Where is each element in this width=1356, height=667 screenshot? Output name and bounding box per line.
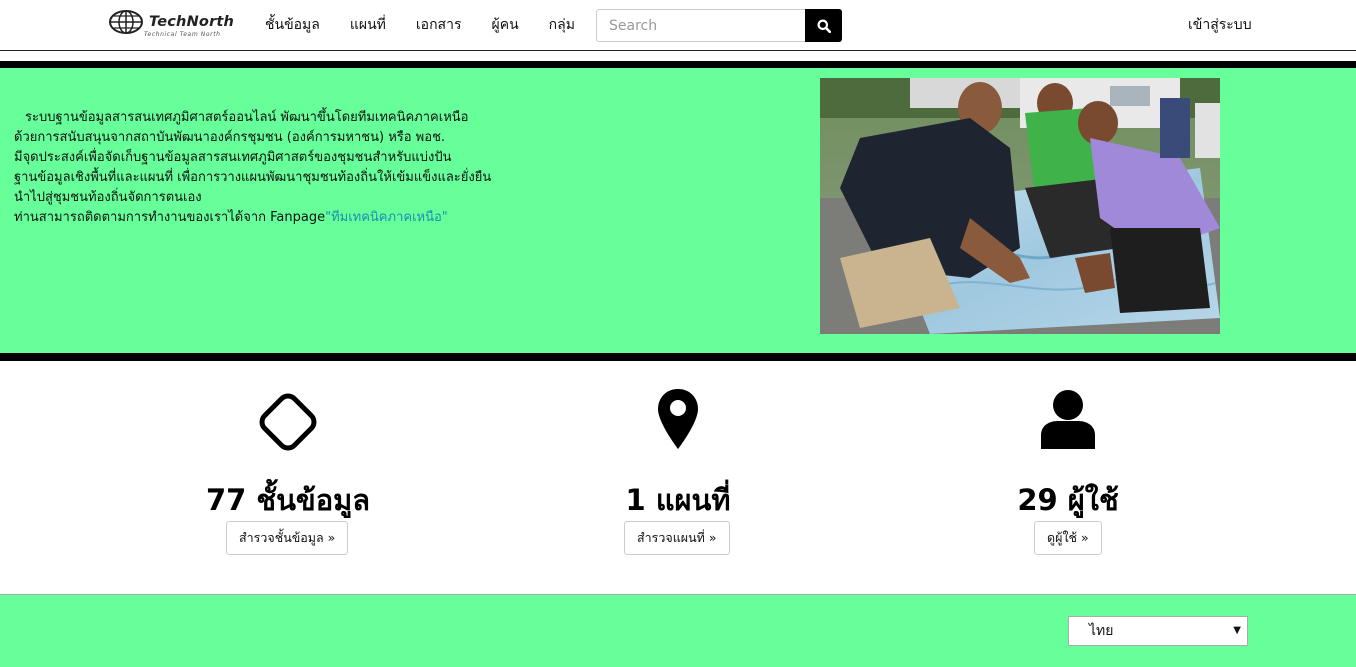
explore-maps-button[interactable]: สำรวจแผนที่ » [624, 521, 730, 555]
hero-divider-bottom [0, 353, 1356, 361]
hero-divider-top [0, 61, 1356, 68]
nav-item-people[interactable]: ผู้คน [477, 0, 534, 51]
hero-line: นำไปสู่ชุมชนท้องถิ่นจัดการตนเอง [14, 190, 202, 205]
dropdown-arrow-icon: ▼ [1233, 625, 1241, 636]
globe-logo-icon [109, 10, 143, 34]
stats-section: 77 ชั้นข้อมูล สำรวจชั้นข้อมูล » 1 แผนที่… [0, 361, 1356, 594]
language-select[interactable]: ไทย ▼ [1068, 616, 1248, 646]
language-selected: ไทย [1089, 623, 1114, 639]
top-navbar: TechNorth Technical Team North ชั้นข้อมู… [0, 0, 1356, 51]
users-count: 29 ผู้ใช้ [1017, 483, 1119, 517]
hero-line: ฐานข้อมูลเชิงพื้นที่และแผนที่ เพื่อการวา… [14, 170, 492, 185]
hero-photo [820, 78, 1220, 334]
main-nav: ชั้นข้อมูล แผนที่ เอกสาร ผู้คน กลุ่ม [250, 0, 590, 51]
nav-item-groups[interactable]: กลุ่ม [534, 0, 590, 51]
hero-line: ด้วยการสนับสนุนจากสถาบันพัฒนาองค์กรชุมชน… [14, 130, 446, 145]
explore-layers-button[interactable]: สำรวจชั้นข้อมูล » [226, 521, 349, 555]
brand-name: TechNorth [149, 14, 235, 30]
technorth-logo[interactable]: TechNorth Technical Team North [108, 9, 234, 41]
nav-item-layers[interactable]: ชั้นข้อมูล [250, 0, 335, 51]
search-icon [817, 19, 831, 33]
maps-count: 1 แผนที่ [625, 483, 731, 517]
team-mapping-photo [820, 78, 1220, 334]
hero-section: ระบบฐานข้อมูลสารสนเทศภูมิศาสตร์ออนไลน์ พ… [0, 68, 1356, 353]
hero-line: ระบบฐานข้อมูลสารสนเทศภูมิศาสตร์ออนไลน์ พ… [25, 110, 469, 125]
hero-description: ระบบฐานข้อมูลสารสนเทศภูมิศาสตร์ออนไลน์ พ… [14, 108, 534, 228]
fanpage-link[interactable]: "ทีมเทคนิคภาคเหนือ" [325, 210, 448, 225]
view-users-button[interactable]: ดูผู้ใช้ » [1034, 521, 1102, 555]
search-input[interactable] [596, 9, 806, 42]
hero-fanpage-line: ท่านสามารถติดตามการทำงานของเราได้จาก Fan… [14, 208, 534, 228]
nav-item-maps[interactable]: แผนที่ [335, 0, 401, 51]
login-link[interactable]: เข้าสู่ระบบ [1188, 0, 1252, 51]
hero-line: มีจุดประสงค์เพื่อจัดเก็บฐานข้อมูลสารสนเท… [14, 150, 452, 165]
search-button[interactable] [805, 9, 842, 42]
layers-count: 77 ชั้นข้อมูล [205, 483, 371, 517]
fanpage-prefix: ท่านสามารถติดตามการทำงานของเราได้จาก Fan… [14, 210, 326, 225]
brand-tagline: Technical Team North [144, 31, 221, 38]
footer: ไทย ▼ [0, 594, 1356, 667]
map-marker-icon [528, 387, 828, 457]
user-icon [918, 387, 1218, 457]
diamond-icon [138, 387, 438, 457]
nav-item-documents[interactable]: เอกสาร [401, 0, 477, 51]
